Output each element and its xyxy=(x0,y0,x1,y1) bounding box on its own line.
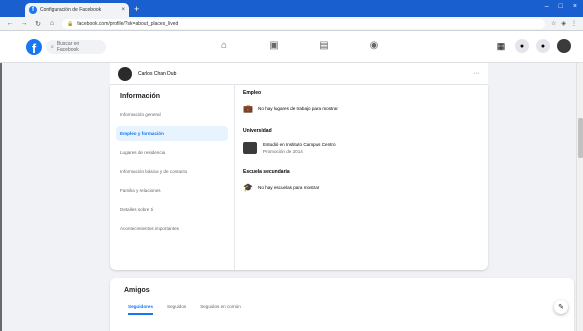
school-image xyxy=(243,142,257,154)
watch-icon[interactable]: ▣ xyxy=(268,40,280,52)
tab-close-icon[interactable]: × xyxy=(121,7,125,13)
maximize-button[interactable]: □ xyxy=(559,3,563,10)
url-field[interactable]: 🔒 facebook.com/profile/?sk=about_places_… xyxy=(62,18,545,29)
browser-tab[interactable]: f Configuración de Facebook × xyxy=(25,3,129,17)
avatar[interactable] xyxy=(118,66,132,81)
about-nav-item-overview[interactable]: Información general xyxy=(116,107,228,122)
search-input[interactable]: ⌕ Buscar en Facebook xyxy=(46,40,106,54)
about-nav-item-places[interactable]: Lugares de residencia xyxy=(116,145,228,160)
school-row[interactable]: Estudió en Instituto Campus Centro Promo… xyxy=(243,142,479,154)
highschool-empty-row: 🎓 No hay escuelas para mostrar xyxy=(243,183,479,192)
lock-icon: 🔒 xyxy=(67,20,74,27)
about-nav: Información Información general Empleo y… xyxy=(110,85,235,270)
profile-header: Carlos Chan Dub ··· xyxy=(110,63,488,85)
search-icon: ⌕ xyxy=(51,44,54,50)
close-window-button[interactable]: × xyxy=(573,3,577,10)
facebook-logo[interactable]: f xyxy=(26,39,42,55)
work-empty-row: 💼 No hay lugares de trabajo para mostrar xyxy=(243,104,479,113)
about-card: Información Información general Empleo y… xyxy=(110,85,488,270)
window-controls: – □ × xyxy=(545,3,577,10)
page-scrollbar[interactable] xyxy=(576,63,583,331)
home-icon[interactable]: ⌂ xyxy=(48,20,56,27)
school-year: Promoción de 2014 xyxy=(263,149,303,154)
extensions-icon[interactable]: ◈ xyxy=(561,20,566,27)
scrollbar-thumb[interactable] xyxy=(578,118,583,158)
about-content: Empleo 💼 No hay lugares de trabajo para … xyxy=(243,90,479,207)
about-nav-item-work-education[interactable]: Empleo y formación xyxy=(116,126,228,141)
account-avatar[interactable] xyxy=(557,39,571,53)
home-icon[interactable]: ⌂ xyxy=(218,40,230,52)
forward-icon[interactable]: → xyxy=(20,20,28,27)
about-title: Información xyxy=(120,93,161,100)
school-name[interactable]: Estudió en Instituto Campus Centro xyxy=(263,142,336,147)
tab-mutual[interactable]: Seguidos en común xyxy=(200,304,241,315)
briefcase-icon: 💼 xyxy=(243,104,253,113)
main-nav: ⌂ ▣ ▤ ◉ xyxy=(218,40,380,52)
highschool-empty-text: No hay escuelas para mostrar xyxy=(258,185,320,190)
page-edge xyxy=(0,31,2,331)
url-text: facebook.com/profile/?sk=about_places_li… xyxy=(77,20,179,27)
tab-following[interactable]: Seguidos xyxy=(167,304,186,315)
facebook-favicon-icon: f xyxy=(29,6,37,14)
education-section-title: Universidad xyxy=(243,128,272,134)
groups-icon[interactable]: ◉ xyxy=(368,40,380,52)
address-bar-row: ← → ↻ ⌂ 🔒 facebook.com/profile/?sk=about… xyxy=(0,17,583,31)
friends-card: Amigos Seguidores Seguidos Seguidos en c… xyxy=(110,278,574,331)
about-nav-item-contact[interactable]: Información básica y de contacto xyxy=(116,164,228,179)
profile-name[interactable]: Carlos Chan Dub xyxy=(138,71,467,77)
graduation-cap-icon: 🎓 xyxy=(243,183,253,192)
bookmark-star-icon[interactable]: ☆ xyxy=(551,20,556,27)
new-tab-button[interactable]: + xyxy=(134,4,144,14)
notifications-icon[interactable]: ● xyxy=(536,39,550,53)
about-nav-item-details[interactable]: Detalles sobre ti xyxy=(116,202,228,217)
work-section-title: Empleo xyxy=(243,90,262,96)
browser-menu-icon[interactable]: ⋮ xyxy=(571,20,577,27)
friends-title: Amigos xyxy=(124,287,150,294)
marketplace-icon[interactable]: ▤ xyxy=(318,40,330,52)
reload-icon[interactable]: ↻ xyxy=(34,20,42,28)
facebook-header: f ⌕ Buscar en Facebook ⌂ ▣ ▤ ◉ ▦ ● ● xyxy=(0,31,583,63)
tab-followers[interactable]: Seguidores xyxy=(128,304,154,315)
header-actions: ▦ ● ● xyxy=(494,39,571,53)
browser-actions: ☆ ◈ ⋮ xyxy=(551,20,577,27)
messenger-icon[interactable]: ● xyxy=(515,39,529,53)
edit-icon[interactable]: ✎ xyxy=(554,300,568,314)
search-placeholder: Buscar en Facebook xyxy=(56,41,80,53)
browser-tab-bar: f Configuración de Facebook × + – □ × xyxy=(0,0,583,17)
back-icon[interactable]: ← xyxy=(6,20,14,27)
more-options-icon[interactable]: ··· xyxy=(473,70,480,77)
work-empty-text: No hay lugares de trabajo para mostrar xyxy=(258,106,338,111)
about-nav-item-family[interactable]: Familia y relaciones xyxy=(116,183,228,198)
friends-tabs: Seguidores Seguidos Seguidos en común xyxy=(128,304,241,315)
tab-title: Configuración de Facebook xyxy=(40,7,102,13)
about-nav-item-life-events[interactable]: Acontecimientos importantes xyxy=(116,221,228,236)
highschool-section-title: Escuela secundaria xyxy=(243,169,290,175)
menu-grid-icon[interactable]: ▦ xyxy=(494,39,508,53)
minimize-button[interactable]: – xyxy=(545,3,549,10)
